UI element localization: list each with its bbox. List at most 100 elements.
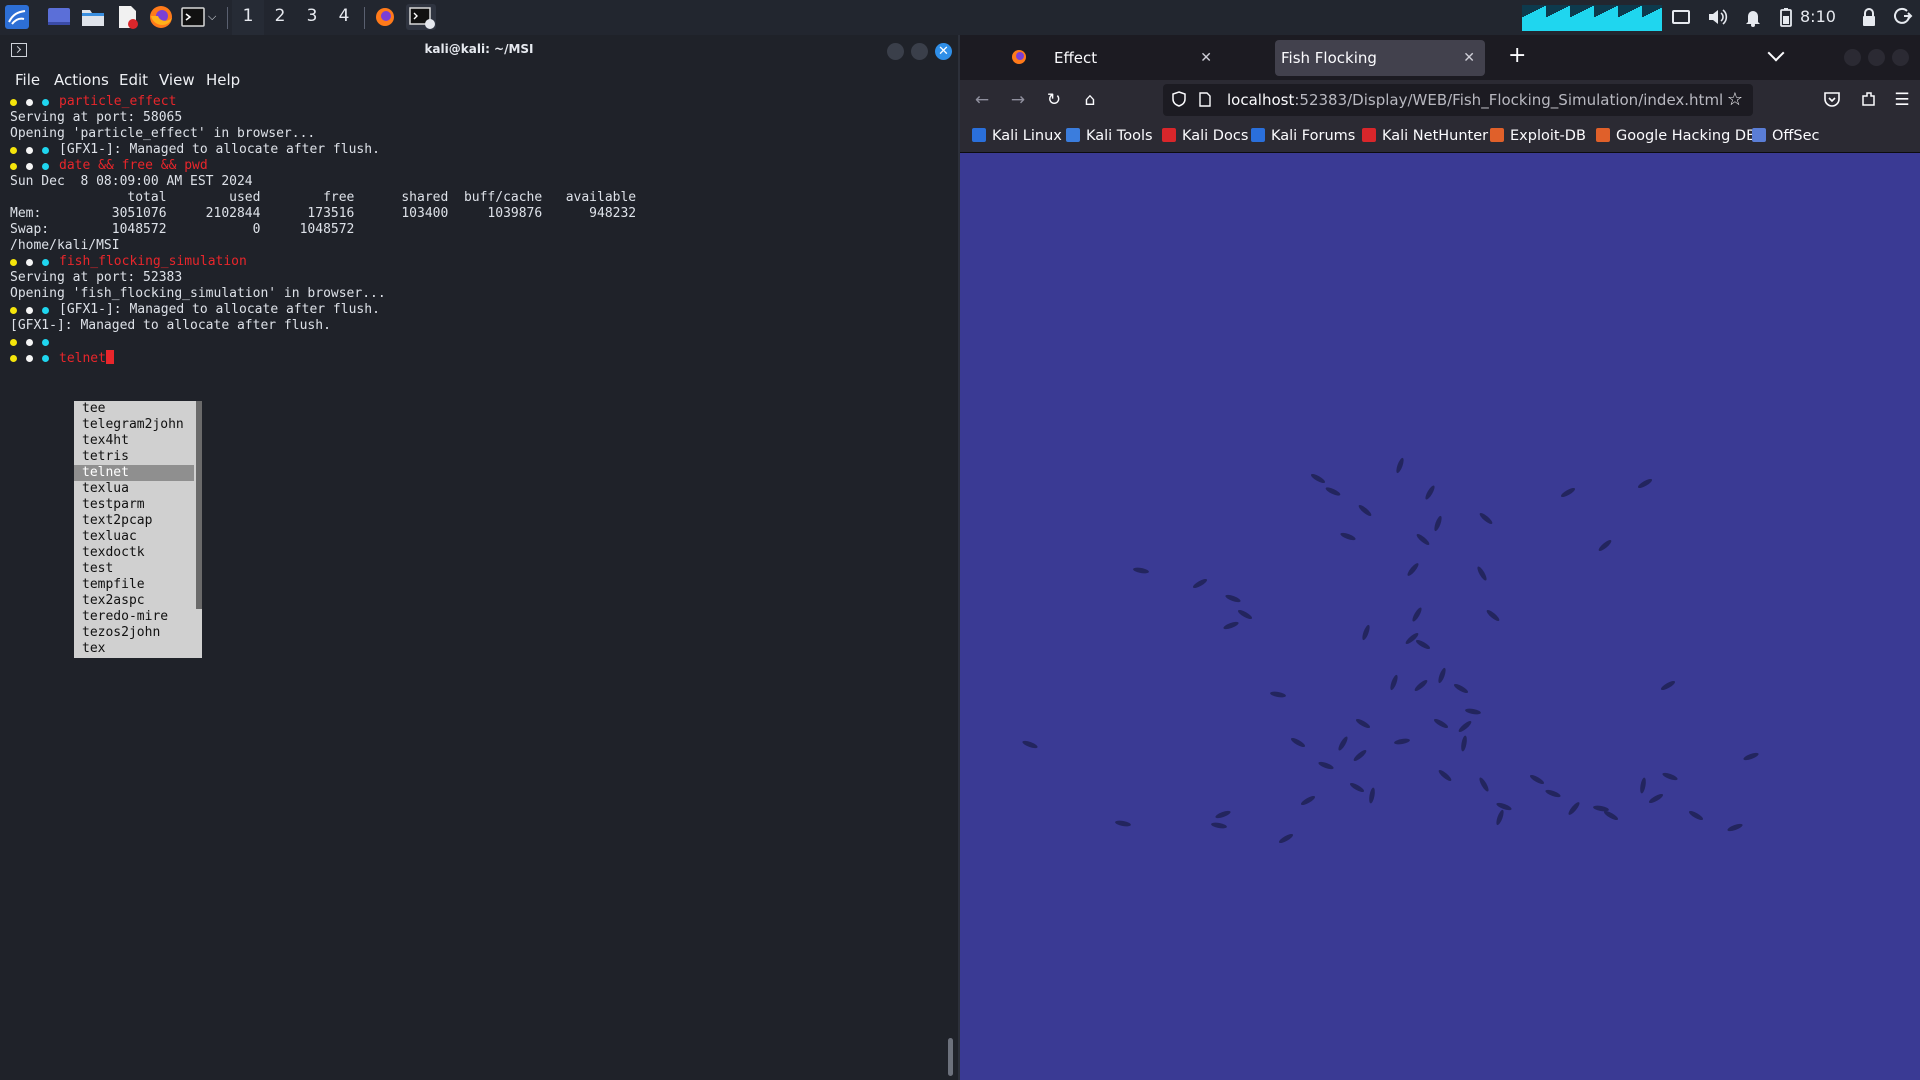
home-icon[interactable]: ⌂ [1080, 90, 1100, 110]
file-manager-icon[interactable] [80, 4, 106, 30]
menu-edit[interactable]: Edit [119, 71, 148, 89]
fish-sprite [1597, 538, 1613, 553]
completion-item[interactable]: texluac [74, 529, 194, 545]
app-menu-icon[interactable]: ☰ [1892, 90, 1912, 110]
completion-item[interactable]: tempfile [74, 577, 194, 593]
workspace-4[interactable]: 4 [328, 0, 360, 35]
completion-scrollbar[interactable] [196, 401, 202, 609]
bookmark-kali-docs[interactable]: Kali Docs [1162, 120, 1248, 152]
fish-flocking-canvas[interactable] [960, 153, 1920, 1080]
completion-item[interactable]: tex [74, 641, 194, 657]
completion-item[interactable]: tezos2john [74, 625, 194, 641]
terminal-window[interactable]: kali@kali: ~/MSI ✕ File Actions Edit Vie… [0, 35, 960, 1080]
completion-item[interactable]: telegram2john [74, 417, 194, 433]
completion-item[interactable]: testparm [74, 497, 194, 513]
fish-sprite [1214, 809, 1232, 820]
notification-bell-icon[interactable] [1740, 4, 1766, 30]
tab-effect[interactable]: Effect ✕ [1040, 40, 1222, 76]
bookmark-kali-tools[interactable]: Kali Tools [1066, 120, 1153, 152]
address-bar[interactable]: localhost:52383/Display/WEB/Fish_Flockin… [1163, 84, 1753, 116]
completion-item[interactable]: texdoctk [74, 545, 194, 561]
bookmark-kali-forums[interactable]: Kali Forums [1251, 120, 1355, 152]
fish-sprite [1544, 788, 1562, 799]
tab-label: Fish Flocking [1281, 49, 1377, 67]
completion-item[interactable]: tee [74, 401, 194, 417]
minimize-button[interactable] [887, 43, 904, 60]
completion-item[interactable]: tex2aspc [74, 593, 194, 609]
firefox-window[interactable]: Effect ✕ Fish Flocking ✕ + ← → ↻ ⌂ local… [960, 35, 1920, 1080]
bookmark-offsec[interactable]: OffSec [1752, 120, 1820, 152]
menu-view[interactable]: View [159, 71, 195, 89]
bookmark-kali-linux[interactable]: Kali Linux [972, 120, 1062, 152]
completion-item[interactable]: test [74, 561, 194, 577]
volume-icon[interactable] [1704, 4, 1730, 30]
bookmark-exploit-db[interactable]: Exploit-DB [1490, 120, 1586, 152]
menu-file[interactable]: File [15, 71, 40, 89]
minimize-button[interactable] [1844, 49, 1861, 66]
terminal-launcher-icon[interactable] [180, 4, 206, 30]
bookmark-kali-nethunter[interactable]: Kali NetHunter [1362, 120, 1488, 152]
show-desktop-icon[interactable] [46, 4, 72, 30]
fish-sprite [1414, 638, 1432, 651]
terminal-scrollbar[interactable] [948, 1038, 953, 1076]
new-tab-button[interactable]: + [1508, 43, 1526, 68]
completion-item[interactable]: tex4ht [74, 433, 194, 449]
url-text[interactable]: localhost:52383/Display/WEB/Fish_Flockin… [1227, 84, 1723, 116]
workspace-1[interactable]: 1 [232, 0, 264, 37]
close-button[interactable]: ✕ [935, 43, 952, 60]
completion-item[interactable]: text2pcap [74, 513, 194, 529]
text-editor-icon[interactable] [114, 4, 140, 30]
shield-icon[interactable] [1172, 91, 1186, 107]
close-button[interactable] [1892, 49, 1909, 66]
reload-icon[interactable]: ↻ [1044, 90, 1064, 110]
list-all-tabs-icon[interactable] [1767, 44, 1785, 62]
page-icon[interactable] [1199, 92, 1211, 107]
pocket-icon[interactable] [1822, 90, 1842, 110]
firefox-window-button[interactable] [372, 4, 402, 30]
workspace-3[interactable]: 3 [296, 0, 328, 35]
completion-item[interactable]: tetris [74, 449, 194, 465]
battery-icon[interactable] [1773, 4, 1799, 30]
clock[interactable]: 8:10 [1800, 0, 1836, 35]
tab-close-icon[interactable]: ✕ [1200, 40, 1212, 76]
fish-sprite [1659, 679, 1677, 692]
fish-sprite [1423, 484, 1437, 501]
terminal-titlebar[interactable]: kali@kali: ~/MSI ✕ [0, 35, 958, 66]
kali-menu-icon[interactable] [4, 4, 30, 30]
workspace-2[interactable]: 2 [264, 0, 296, 35]
fish-sprite [1368, 787, 1376, 804]
maximize-button[interactable] [911, 43, 928, 60]
firefox-view-icon[interactable] [1010, 48, 1028, 66]
tab-close-icon[interactable]: ✕ [1463, 40, 1475, 76]
fish-sprite [1191, 577, 1209, 590]
terminal-window-button[interactable] [406, 4, 436, 30]
command-text: fish_flocking_simulation [59, 254, 247, 269]
maximize-button[interactable] [1868, 49, 1885, 66]
fish-sprite [1726, 822, 1744, 833]
launcher-dropdown-icon[interactable]: ⌵ [208, 4, 220, 30]
completion-item[interactable]: teredo-mire [74, 609, 194, 625]
menu-actions[interactable]: Actions [54, 71, 109, 89]
completion-item[interactable]: texlua [74, 481, 194, 497]
completion-popup[interactable]: tee telegram2john tex4ht tetris telnet texlua… [74, 401, 202, 658]
completion-item[interactable]: telnet [74, 465, 194, 481]
menu-help[interactable]: Help [206, 71, 240, 89]
bookmarks-toolbar: Kali Linux Kali Tools Kali Docs Kali Forums… [960, 120, 1920, 153]
bookmark-google-hacking-db[interactable]: Google Hacking DB [1596, 120, 1756, 152]
fish-sprite [1528, 773, 1546, 786]
tab-fish-flocking[interactable]: Fish Flocking ✕ [1275, 40, 1485, 76]
fish-sprite [1413, 678, 1429, 693]
back-icon[interactable]: ← [972, 90, 992, 110]
bookmark-label: Kali NetHunter [1382, 128, 1489, 144]
firefox-launcher-icon[interactable] [148, 4, 174, 30]
forward-icon[interactable]: → [1008, 90, 1028, 110]
logout-icon[interactable] [1890, 4, 1916, 30]
bookmark-label: Google Hacking DB [1616, 128, 1757, 144]
extensions-icon[interactable] [1858, 90, 1878, 110]
lock-screen-icon[interactable] [1856, 4, 1882, 30]
fish-sprite [1437, 768, 1453, 783]
display-icon[interactable] [1668, 4, 1694, 30]
bookmark-star-icon[interactable]: ☆ [1727, 89, 1743, 110]
fish-sprite [1687, 809, 1705, 822]
bookmark-favicon-icon [1596, 128, 1610, 142]
